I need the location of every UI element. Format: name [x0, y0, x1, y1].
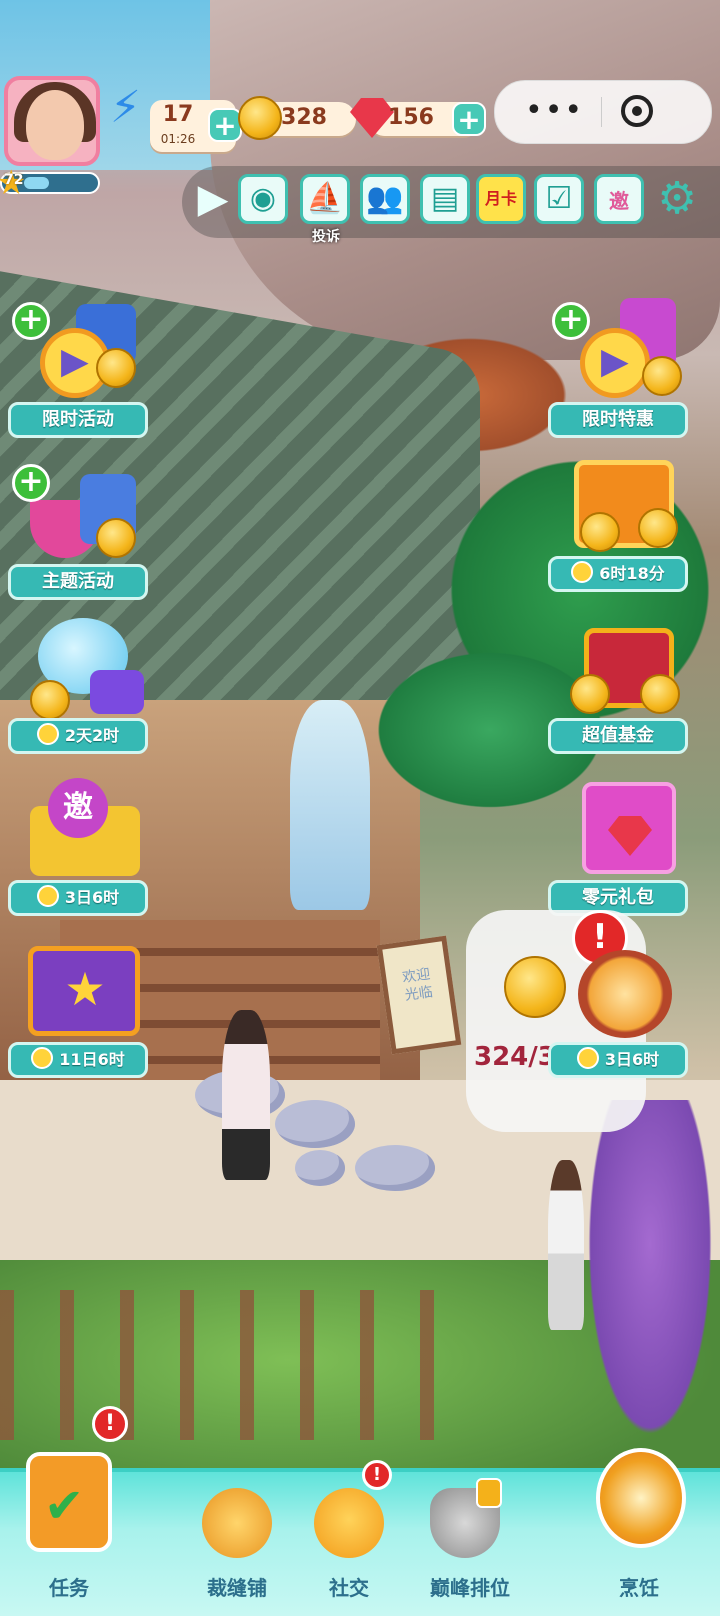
- bubble-value: 324/3: [474, 1042, 556, 1072]
- event-timer-label: 3日6时: [548, 1042, 688, 1078]
- clock-icon: [571, 561, 594, 583]
- level-bar: ★ 72: [0, 166, 100, 200]
- plus-icon: +: [552, 302, 590, 340]
- invite-icon[interactable]: 邀: [594, 174, 644, 224]
- energy-timer: 01:26: [160, 132, 196, 146]
- fairy-character[interactable]: [290, 700, 370, 910]
- top-toolbar: ▶ ◉ ⛵ 投诉 👥 ▤ 月卡 ☑ 邀 ⚙: [182, 166, 720, 245]
- book-icon[interactable]: ▤: [420, 174, 470, 224]
- clock-icon: [36, 885, 59, 907]
- signboard-text: 欢迎光临: [401, 966, 434, 1004]
- event-label: 超值基金: [548, 718, 688, 754]
- clock-play-icon: [580, 328, 650, 398]
- value-fund-button[interactable]: 超值基金: [548, 614, 688, 764]
- welcome-signboard: 欢迎光临: [376, 935, 462, 1055]
- energy-counter: 17 01:26 +: [150, 100, 242, 152]
- nav-label: 烹饪: [619, 1576, 659, 1600]
- wooden-fence: [0, 1290, 480, 1440]
- nav-tailor[interactable]: 裁缝铺: [182, 1478, 292, 1608]
- clock-icon: [576, 1047, 599, 1069]
- gear-icon[interactable]: ⚙: [652, 174, 702, 224]
- theme-event-button[interactable]: + 主题活动: [8, 460, 148, 610]
- npc-girl[interactable]: [548, 1160, 584, 1330]
- nav-label: 裁缝铺: [207, 1576, 267, 1600]
- add-gem-button[interactable]: +: [452, 102, 486, 136]
- miniprogram-capsule: •••: [494, 80, 712, 144]
- card-event-button[interactable]: ★ 11日6时: [8, 938, 148, 1088]
- event-timer-label: 6时18分: [548, 556, 688, 592]
- stepping-stone: [275, 1100, 355, 1148]
- nav-social[interactable]: ! 社交: [294, 1460, 404, 1608]
- more-options-button[interactable]: •••: [525, 93, 584, 128]
- energy-bolt-icon: ⚡: [110, 82, 141, 133]
- limited-event-button[interactable]: + 限时活动: [8, 298, 148, 448]
- alert-icon: !: [92, 1406, 128, 1442]
- tailor-icon: [202, 1488, 272, 1558]
- coin-counter: 328: [238, 96, 356, 140]
- invite-event-button[interactable]: 邀 3日6时: [8, 776, 148, 926]
- event-label: 限时活动: [8, 402, 148, 438]
- treasure-chest-button[interactable]: 6时18分: [548, 452, 688, 602]
- gem-counter: 156 +: [350, 98, 486, 138]
- limited-sale-button[interactable]: + 限时特惠: [548, 298, 688, 448]
- event-timer-label: 11日6时: [8, 1042, 148, 1078]
- clock-icon: [36, 723, 59, 745]
- nav-cooking[interactable]: 烹饪: [584, 1448, 694, 1608]
- player-avatar[interactable]: [4, 76, 100, 166]
- event-timer-label: 2天2时: [8, 718, 148, 754]
- report-icon[interactable]: ⛵: [300, 174, 350, 224]
- task-icon: [26, 1452, 112, 1552]
- plus-icon: +: [12, 302, 50, 340]
- nav-label: 任务: [49, 1576, 89, 1600]
- crystal-event-button[interactable]: 2天2时: [8, 614, 148, 764]
- free-gift-button[interactable]: 零元礼包: [548, 776, 688, 926]
- monthly-card-button[interactable]: 月卡: [476, 174, 526, 224]
- lucky-wheel-button[interactable]: 3日6时: [548, 938, 688, 1088]
- energy-value: 17: [162, 102, 194, 127]
- coin-value: 328: [281, 105, 327, 130]
- cooking-pot-icon: [596, 1448, 686, 1548]
- friends-icon[interactable]: 👥: [360, 174, 410, 224]
- player-character[interactable]: [222, 1010, 270, 1180]
- nav-label: 社交: [329, 1576, 369, 1600]
- add-energy-button[interactable]: +: [208, 108, 242, 142]
- clock-icon: [31, 1047, 54, 1069]
- nav-label: 巅峰排位: [430, 1576, 510, 1600]
- play-icon[interactable]: ▶: [188, 174, 238, 224]
- nav-peak-ranking[interactable]: 巅峰排位: [410, 1478, 530, 1608]
- stepping-stone: [355, 1145, 435, 1191]
- event-label: 主题活动: [8, 564, 148, 600]
- player-level: 72: [4, 172, 24, 188]
- event-label: 限时特惠: [548, 402, 688, 438]
- close-miniprogram-button[interactable]: [621, 95, 653, 127]
- plus-icon: +: [12, 464, 50, 502]
- calendar-icon[interactable]: ☑: [534, 174, 584, 224]
- report-label[interactable]: 投诉: [302, 226, 350, 246]
- level-progress-fill: [24, 177, 49, 189]
- alert-icon: !: [362, 1460, 392, 1490]
- wisteria-tree: [580, 1100, 720, 1460]
- gem-value: 156: [388, 105, 434, 130]
- social-icon: [314, 1488, 384, 1558]
- event-timer-label: 3日6时: [8, 880, 148, 916]
- stepping-stone: [295, 1150, 345, 1186]
- camera-icon[interactable]: ◉: [238, 174, 288, 224]
- lock-icon: [476, 1478, 502, 1508]
- nav-task[interactable]: ! 任务: [14, 1406, 128, 1608]
